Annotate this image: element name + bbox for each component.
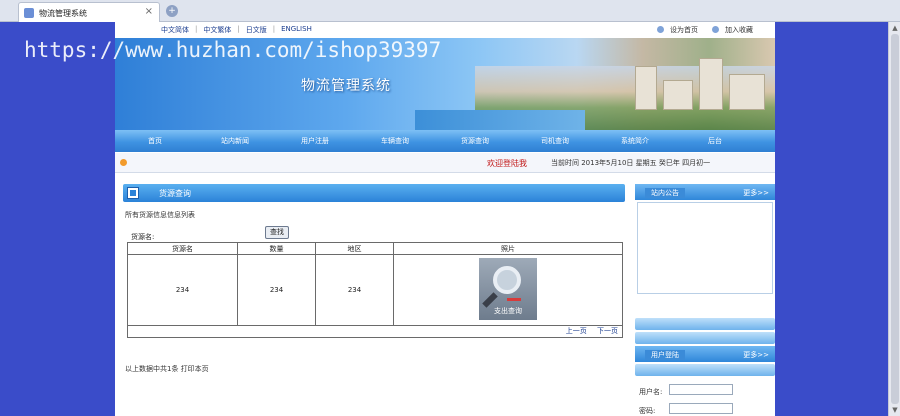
welcome-text: 欢迎登陆我 xyxy=(487,159,527,168)
minus-bar xyxy=(507,297,521,301)
column-header: 货源名 xyxy=(127,241,238,256)
lang-english[interactable]: ENGLISH xyxy=(281,25,312,35)
sidebar-band xyxy=(635,364,775,376)
sidebar: 站内公告 更多>> 用户登陆 更多>> 用户名: 密码: xyxy=(635,184,775,416)
page-margin-left xyxy=(0,22,115,416)
pager: 上一页 下一页 xyxy=(127,324,623,339)
login-header: 用户登陆 更多>> xyxy=(635,346,775,362)
header-links: 设为首页 加入收藏 xyxy=(657,25,753,35)
vertical-scrollbar[interactable]: ▲ ▼ xyxy=(888,22,900,416)
prev-page-link[interactable]: 上一页 xyxy=(566,327,587,335)
language-links: 中文简体 | 中文繁体 | 日文版 | ENGLISH xyxy=(161,25,312,35)
cell-region: 234 xyxy=(315,254,394,326)
lang-simplified[interactable]: 中文简体 xyxy=(161,25,189,35)
nav-home[interactable]: 首页 xyxy=(115,130,195,152)
info-bar: 欢迎登陆我 当前时间 2013年5月10日 星期五 癸巳年 四月初一 xyxy=(115,153,775,173)
set-home-label: 设为首页 xyxy=(670,26,698,34)
cell-photo: 支出查询 xyxy=(393,254,623,326)
table-footer: 以上数据中共1条 打印本页 xyxy=(125,365,209,373)
cargo-panel: 货源查询 所有货源信息信息列表 货源名: 查找 货源名 数量 地区 照片 234… xyxy=(123,184,625,373)
nav-register[interactable]: 用户注册 xyxy=(275,130,355,152)
sidebar-band xyxy=(635,318,775,330)
password-input[interactable] xyxy=(669,403,733,414)
watermark: https://www.huzhan.com/ishop39397 xyxy=(24,38,442,62)
current-time: 当前时间 2013年5月10日 星期五 癸巳年 四月初一 xyxy=(551,159,711,167)
cell-qty: 234 xyxy=(237,254,316,326)
notice-title: 站内公告 xyxy=(645,188,685,198)
cell-name: 234 xyxy=(127,254,238,326)
add-favorite-link[interactable]: 加入收藏 xyxy=(712,25,753,35)
sidebar-band xyxy=(635,332,775,344)
star-icon xyxy=(712,26,719,33)
home-icon xyxy=(657,26,664,33)
password-label: 密码: xyxy=(639,407,656,415)
lang-japanese[interactable]: 日文版 xyxy=(246,25,267,35)
new-tab-icon[interactable]: + xyxy=(166,5,178,17)
building-shape xyxy=(635,66,657,110)
building-shape xyxy=(699,58,723,110)
monitor-icon xyxy=(127,187,139,199)
magnifier-icon xyxy=(493,265,521,294)
lang-sep: | xyxy=(195,25,198,33)
column-header: 地区 xyxy=(315,241,394,256)
bullet-icon xyxy=(120,159,127,166)
site-name: 物流管理系统 xyxy=(301,78,391,94)
building-shape xyxy=(729,74,765,110)
scroll-thumb[interactable] xyxy=(891,34,899,404)
web-page: 中文简体 | 中文繁体 | 日文版 | ENGLISH 设为首页 加入收藏 物流… xyxy=(115,22,775,416)
panel-title: 货源查询 xyxy=(159,189,191,198)
notice-header: 站内公告 更多>> xyxy=(635,184,775,200)
lang-sep: | xyxy=(272,25,276,33)
next-page-link[interactable]: 下一页 xyxy=(597,327,618,335)
scroll-up-icon[interactable]: ▲ xyxy=(890,23,900,33)
pager-row: 上一页 下一页 xyxy=(127,324,623,339)
building-shape xyxy=(663,80,693,110)
panel-header: 货源查询 xyxy=(123,184,625,202)
set-home-link[interactable]: 设为首页 xyxy=(657,25,698,35)
nav-vehicle-search[interactable]: 车辆查询 xyxy=(355,130,435,152)
list-title: 所有货源信息信息列表 xyxy=(125,211,195,219)
nav-admin[interactable]: 后台 xyxy=(675,130,755,152)
column-header: 照片 xyxy=(393,241,623,256)
table-header-row: 货源名 数量 地区 照片 xyxy=(127,241,623,256)
username-label: 用户名: xyxy=(639,388,663,396)
login-more-link[interactable]: 更多>> xyxy=(743,350,769,360)
river-shape xyxy=(415,110,585,130)
tab-title: 物流管理系统 xyxy=(39,9,87,18)
top-bar: 中文简体 | 中文繁体 | 日文版 | ENGLISH 设为首页 加入收藏 xyxy=(115,22,775,38)
cargo-table: 货源名 数量 地区 照片 234 234 234 支出查询 上一页 下一页 xyxy=(127,241,623,339)
search-button[interactable]: 查找 xyxy=(265,226,289,239)
nav-news[interactable]: 站内新闻 xyxy=(195,130,275,152)
tab-close-icon[interactable]: × xyxy=(145,6,153,17)
main-nav: 首页 站内新闻 用户注册 车辆查询 货源查询 司机查询 系统简介 后台 xyxy=(115,130,775,152)
favicon-icon xyxy=(24,8,34,18)
lang-sep: | xyxy=(237,25,240,33)
photo-caption: 支出查询 xyxy=(494,306,522,315)
nav-about[interactable]: 系统简介 xyxy=(595,130,675,152)
add-favorite-label: 加入收藏 xyxy=(725,26,753,34)
notice-more-link[interactable]: 更多>> xyxy=(743,188,769,198)
login-title: 用户登陆 xyxy=(645,350,685,360)
nav-driver-search[interactable]: 司机查询 xyxy=(515,130,595,152)
page-margin-right xyxy=(775,22,900,416)
table-row: 234 234 234 支出查询 xyxy=(127,254,623,326)
scroll-down-icon[interactable]: ▼ xyxy=(890,405,900,415)
browser-tab[interactable]: 物流管理系统 × xyxy=(18,2,160,22)
username-input[interactable] xyxy=(669,384,733,395)
cargo-photo[interactable]: 支出查询 xyxy=(479,257,537,320)
nav-cargo-search[interactable]: 货源查询 xyxy=(435,130,515,152)
lang-traditional[interactable]: 中文繁体 xyxy=(203,25,231,35)
notice-box xyxy=(637,202,773,294)
column-header: 数量 xyxy=(237,241,316,256)
search-label: 货源名: xyxy=(131,233,155,241)
browser-tab-bar: 物流管理系统 × + xyxy=(0,0,900,22)
